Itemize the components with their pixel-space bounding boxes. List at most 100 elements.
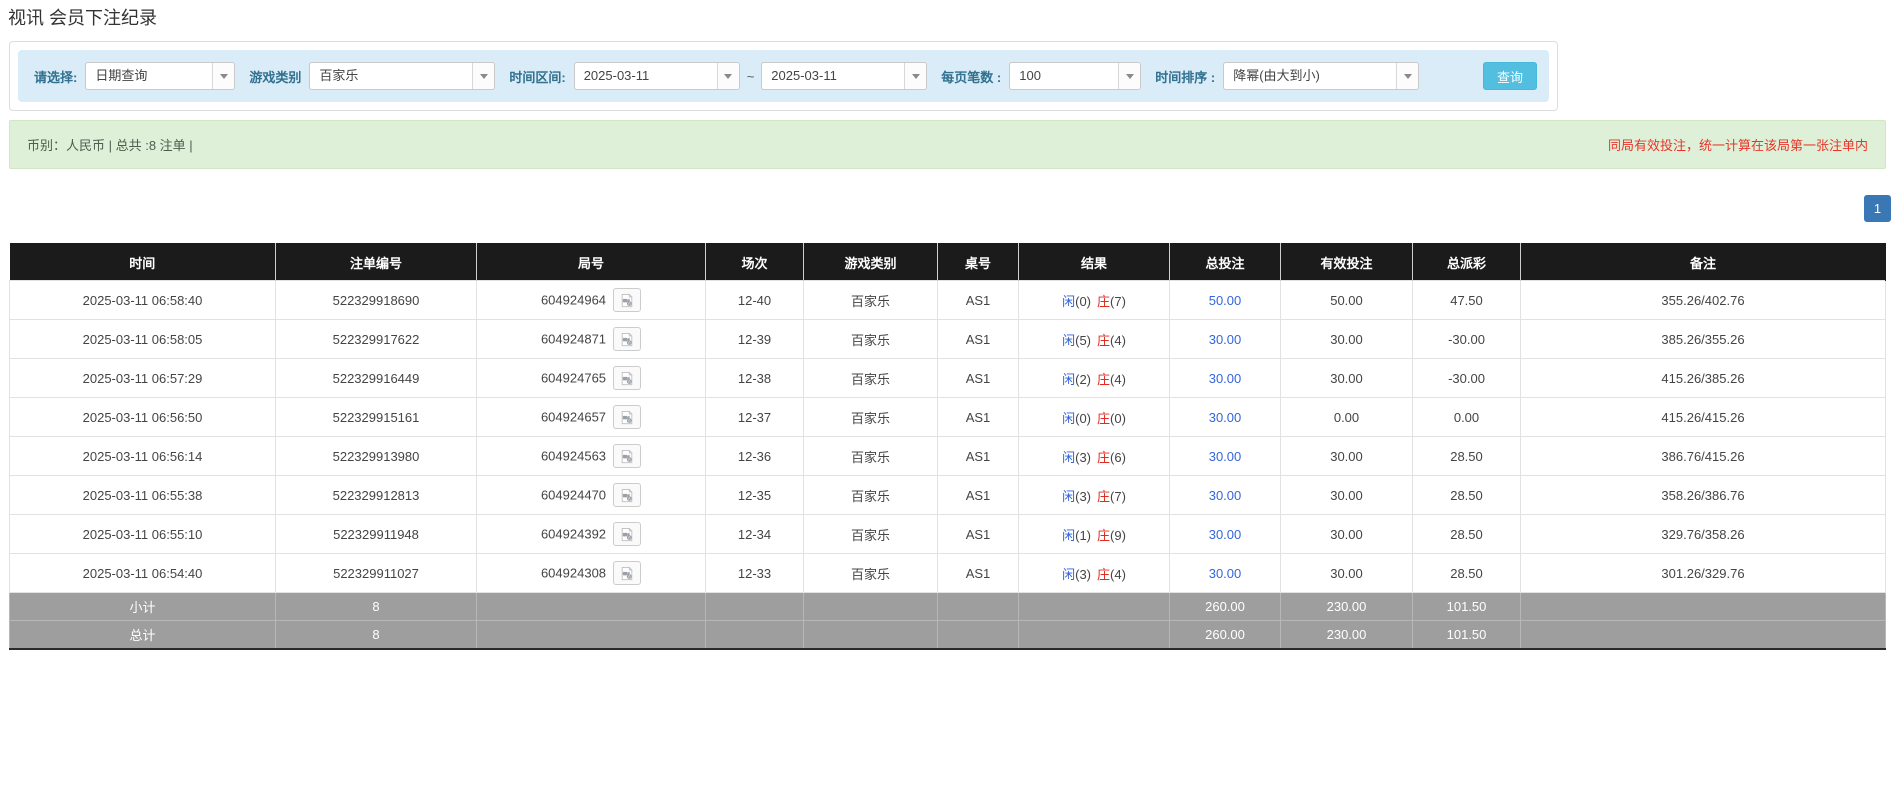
banker-label: 庄 bbox=[1097, 410, 1111, 426]
col-valid-bet: 有效投注 bbox=[1280, 243, 1413, 281]
caret-glyph bbox=[219, 73, 228, 79]
cell-valid-bet: 30.00 bbox=[1280, 436, 1413, 476]
cell-total-bet: 30.00 bbox=[1169, 358, 1281, 398]
view-video-button[interactable] bbox=[613, 444, 642, 468]
cell-valid-bet: 50.00 bbox=[1280, 280, 1413, 320]
search-button[interactable]: 查询 bbox=[1482, 62, 1537, 90]
cell-remark: 329.76/358.26 bbox=[1520, 514, 1886, 554]
round-id-value: 604924470 bbox=[540, 487, 607, 503]
total-bet-link[interactable]: 30.00 bbox=[1209, 371, 1242, 386]
page-size-select[interactable]: 100 bbox=[1009, 62, 1142, 90]
total-bet-link[interactable]: 30.00 bbox=[1209, 566, 1242, 581]
player-count: (0) bbox=[1075, 293, 1091, 309]
cell-table-no: AS1 bbox=[937, 319, 1019, 359]
sort-order-select[interactable]: 降幂(由大到小) bbox=[1223, 62, 1420, 90]
view-video-button[interactable] bbox=[613, 483, 642, 507]
cell-result: 闲(2) 庄(4) bbox=[1018, 358, 1170, 398]
round-id-value: 604924657 bbox=[540, 409, 607, 425]
player-count: (5) bbox=[1075, 332, 1091, 348]
cell-result: 闲(3) 庄(6) bbox=[1018, 436, 1170, 476]
total-bet-link[interactable]: 50.00 bbox=[1209, 293, 1242, 308]
cell-remark: 415.26/415.26 bbox=[1520, 397, 1886, 437]
date-from-input[interactable]: 2025-03-11 bbox=[573, 62, 740, 90]
chevron-down-icon[interactable] bbox=[1118, 63, 1141, 89]
table-body: 2025-03-11 06:58:40 522329918690 6049249… bbox=[9, 280, 1886, 593]
page-1-button[interactable]: 1 bbox=[1864, 195, 1891, 222]
summary-text: 币别：人民币 | 总共 :8 注单 | bbox=[27, 138, 193, 153]
caret-glyph bbox=[479, 73, 488, 79]
cell-total-bet: 30.00 bbox=[1169, 436, 1281, 476]
table-row: 2025-03-11 06:58:40 522329918690 6049249… bbox=[9, 280, 1886, 320]
chevron-down-icon[interactable] bbox=[212, 63, 235, 89]
round-id-value: 604924964 bbox=[540, 292, 607, 308]
caret-glyph bbox=[1403, 73, 1412, 79]
cell-remark: 385.26/355.26 bbox=[1520, 319, 1886, 359]
subtotal-count: 8 bbox=[275, 592, 477, 621]
cell-result: 闲(1) 庄(9) bbox=[1018, 514, 1170, 554]
view-video-button[interactable] bbox=[613, 405, 642, 429]
cell-table-no: AS1 bbox=[937, 280, 1019, 320]
video-record-icon bbox=[621, 527, 633, 541]
total-bet-link[interactable]: 30.00 bbox=[1209, 488, 1242, 503]
cell-result: 闲(3) 庄(7) bbox=[1018, 475, 1170, 515]
cell-round-id: 604924392 bbox=[476, 514, 706, 554]
cell-payout: 0.00 bbox=[1412, 397, 1521, 437]
date-to-input[interactable]: 2025-03-11 bbox=[761, 62, 928, 90]
cell-game-type: 百家乐 bbox=[803, 436, 938, 476]
banker-label: 庄 bbox=[1097, 488, 1111, 504]
cell-bet-id: 522329912813 bbox=[275, 475, 477, 515]
cell-valid-bet: 30.00 bbox=[1280, 358, 1413, 398]
cell-total-bet: 50.00 bbox=[1169, 280, 1281, 320]
banker-count: (6) bbox=[1110, 449, 1126, 465]
cell-remark: 358.26/386.76 bbox=[1520, 475, 1886, 515]
cell-bet-id: 522329915161 bbox=[275, 397, 477, 437]
table-row: 2025-03-11 06:56:14 522329913980 6049245… bbox=[9, 436, 1886, 476]
game-type-select[interactable]: 百家乐 bbox=[309, 62, 496, 90]
banker-count: (7) bbox=[1110, 488, 1126, 504]
player-count: (1) bbox=[1075, 527, 1091, 543]
total-bet-link[interactable]: 30.00 bbox=[1209, 527, 1242, 542]
view-video-button[interactable] bbox=[613, 288, 642, 312]
subtotal-empty bbox=[1520, 592, 1886, 621]
cell-bet-id: 522329916449 bbox=[275, 358, 477, 398]
cell-time: 2025-03-11 06:57:29 bbox=[9, 358, 276, 398]
cell-result: 闲(5) 庄(4) bbox=[1018, 319, 1170, 359]
cell-bet-id: 522329913980 bbox=[275, 436, 477, 476]
col-payout: 总派彩 bbox=[1412, 243, 1521, 281]
video-record-icon bbox=[621, 371, 633, 385]
subtotal-total-bet: 260.00 bbox=[1169, 592, 1281, 621]
view-video-button[interactable] bbox=[613, 327, 642, 351]
player-count: (3) bbox=[1075, 449, 1091, 465]
chevron-down-icon[interactable] bbox=[472, 63, 495, 89]
view-video-button[interactable] bbox=[613, 366, 642, 390]
banker-count: (9) bbox=[1110, 527, 1126, 543]
query-type-select[interactable]: 日期查询 bbox=[85, 62, 236, 90]
player-count: (3) bbox=[1075, 566, 1091, 582]
chevron-down-icon[interactable] bbox=[1396, 63, 1419, 89]
view-video-button[interactable] bbox=[613, 561, 642, 585]
table-row: 2025-03-11 06:57:29 522329916449 6049247… bbox=[9, 358, 1886, 398]
player-label: 闲 bbox=[1062, 566, 1076, 582]
total-bet-link[interactable]: 30.00 bbox=[1209, 332, 1242, 347]
view-video-button[interactable] bbox=[613, 522, 642, 546]
chevron-down-icon[interactable] bbox=[716, 63, 739, 89]
cell-session: 12-34 bbox=[705, 514, 804, 554]
notice-text: 同局有效投注，统一计算在该局第一张注单内 bbox=[1607, 138, 1868, 153]
cell-round-id: 604924308 bbox=[476, 553, 706, 593]
cell-valid-bet: 0.00 bbox=[1280, 397, 1413, 437]
banker-label: 庄 bbox=[1097, 371, 1111, 387]
cell-time: 2025-03-11 06:58:40 bbox=[9, 280, 276, 320]
table-header: 时间 注单编号 局号 场次 游戏类别 桌号 结果 总投注 有效投注 总派彩 备注 bbox=[9, 243, 1886, 281]
filter-bar: 请选择: 日期查询 游戏类别 百家乐 时间区间: 2025-03-11 ~ 20… bbox=[18, 50, 1549, 102]
summary-bar: 币别：人民币 | 总共 :8 注单 | 同局有效投注，统一计算在该局第一张注单内 bbox=[9, 120, 1886, 169]
chevron-down-icon[interactable] bbox=[904, 63, 927, 89]
total-bet-link[interactable]: 30.00 bbox=[1209, 449, 1242, 464]
player-label: 闲 bbox=[1062, 371, 1076, 387]
date-from-value: 2025-03-11 bbox=[583, 68, 650, 83]
col-session: 场次 bbox=[705, 243, 804, 281]
table-row: 2025-03-11 06:55:10 522329911948 6049243… bbox=[9, 514, 1886, 554]
col-result: 结果 bbox=[1018, 243, 1170, 281]
total-bet-link[interactable]: 30.00 bbox=[1209, 410, 1242, 425]
cell-game-type: 百家乐 bbox=[803, 319, 938, 359]
page-root: 视讯 会员下注纪录 请选择: 日期查询 游戏类别 百家乐 时间区间: 2025-… bbox=[0, 6, 1895, 650]
